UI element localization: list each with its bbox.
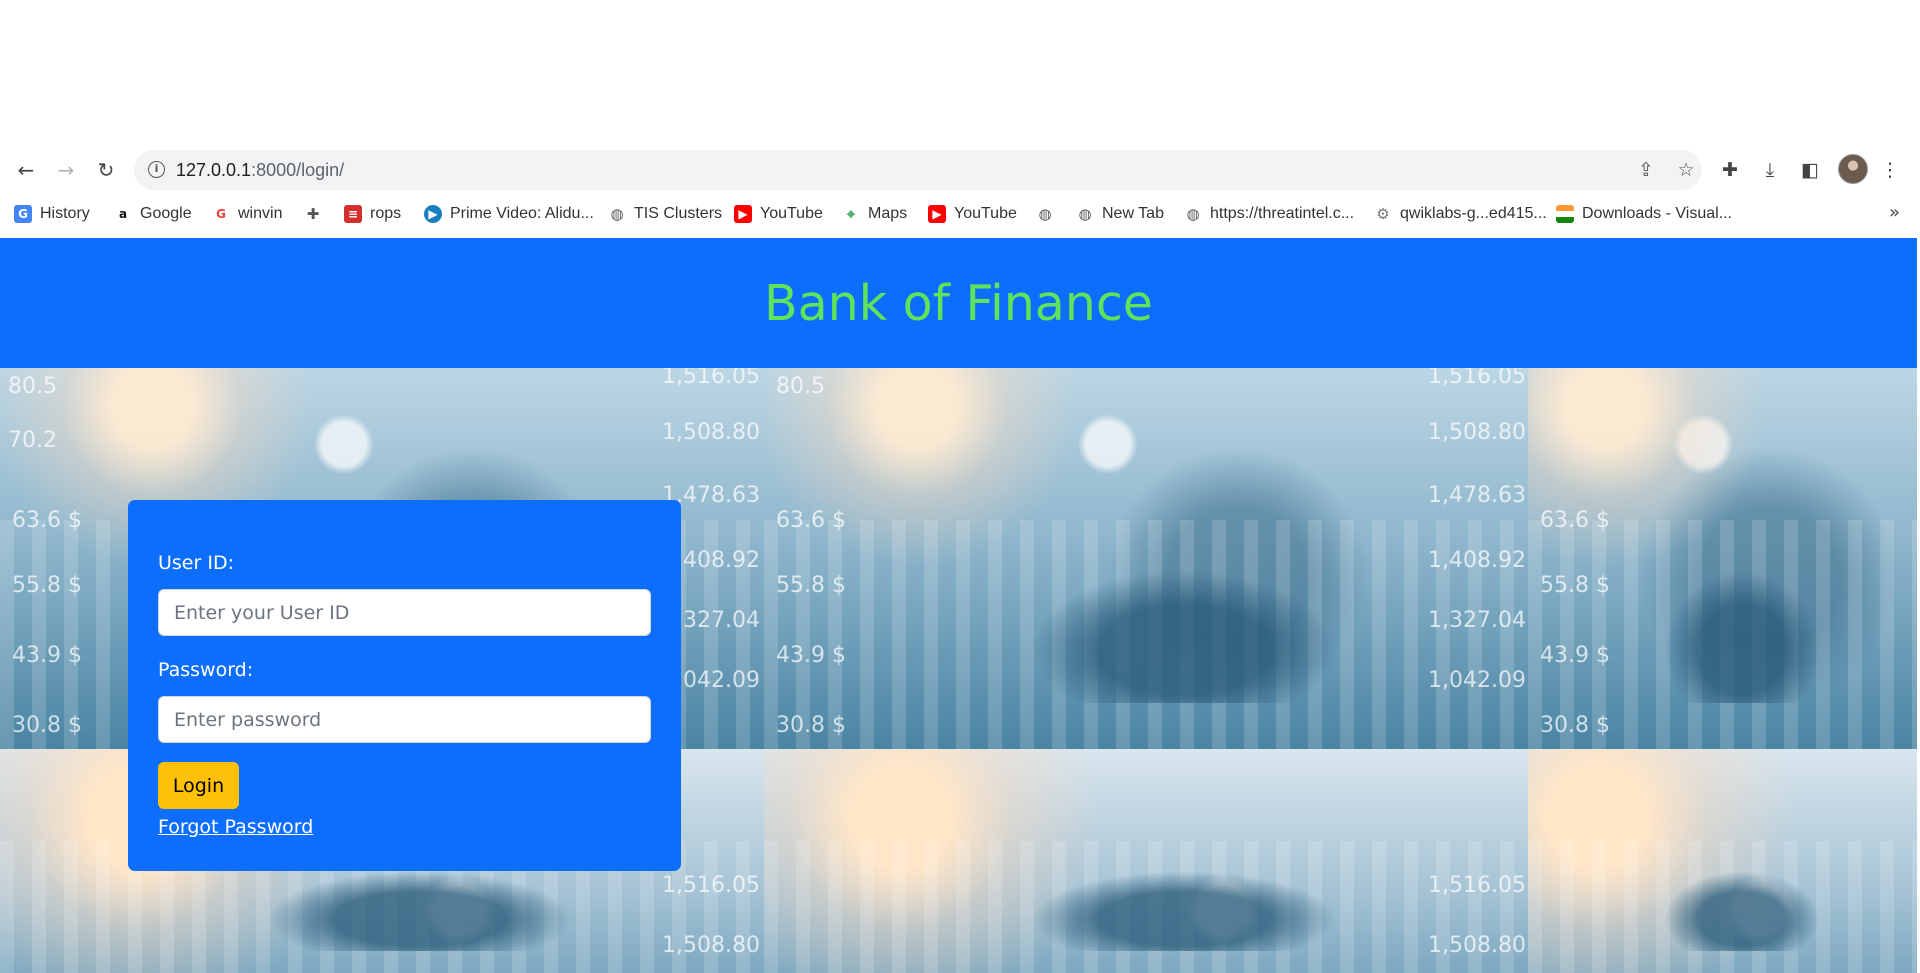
bookmarks-overflow-chevron-icon[interactable]: » bbox=[1889, 202, 1900, 223]
maps-icon: ⌖ bbox=[842, 205, 860, 223]
google-icon: G bbox=[212, 205, 230, 223]
userid-input[interactable] bbox=[158, 589, 651, 636]
globe-icon: ◍ bbox=[1184, 205, 1202, 223]
bookmark-youtube[interactable]: ▶ YouTube bbox=[734, 202, 823, 226]
bookmark-maps[interactable]: ⌖ Maps bbox=[842, 202, 907, 226]
bookmark-youtube-2[interactable]: ▶ YouTube bbox=[928, 202, 1017, 226]
bookmark-tis-clusters[interactable]: ◍ TIS Clusters bbox=[608, 202, 722, 226]
history-g-icon: G bbox=[14, 205, 32, 223]
rops-icon: ≡ bbox=[344, 205, 362, 223]
forgot-password-link[interactable]: Forgot Password bbox=[158, 816, 313, 838]
download-icon[interactable]: ⤓ bbox=[1756, 156, 1784, 184]
browser-toolbar: ← → ↻ i 127.0.0.1:8000/login/ ⇪ ☆ ✚ ⤓ ◧ … bbox=[0, 148, 1920, 192]
globe-icon: ◍ bbox=[1036, 205, 1054, 223]
bookmark-prime-video[interactable]: ▶ Prime Video: Alidu... bbox=[424, 202, 594, 226]
globe-icon: ◍ bbox=[608, 205, 626, 223]
background-tile: 63.6 $ 55.8 $ 43.9 $ 30.8 $ bbox=[1528, 368, 1917, 749]
password-input[interactable] bbox=[158, 696, 651, 743]
login-card: User ID: Password: Login Forgot Password bbox=[128, 500, 681, 871]
password-label: Password: bbox=[158, 659, 254, 681]
background-tile: 1,516.05 1,508.80 bbox=[764, 749, 1528, 973]
site-header: Bank of Finance bbox=[0, 238, 1917, 368]
window-top-area bbox=[0, 0, 1920, 148]
login-button[interactable]: Login bbox=[158, 762, 239, 809]
prime-video-icon: ▶ bbox=[424, 205, 442, 223]
menu-kebab-icon[interactable]: ⋮ bbox=[1876, 156, 1904, 184]
site-info-icon[interactable]: i bbox=[148, 161, 165, 178]
amazon-icon: a bbox=[114, 205, 132, 223]
address-url[interactable]: 127.0.0.1:8000/login/ bbox=[176, 160, 344, 181]
globe-icon: ◍ bbox=[1076, 205, 1094, 223]
extensions-puzzle-icon[interactable]: ✚ bbox=[1716, 156, 1744, 184]
india-flag-icon bbox=[1556, 205, 1574, 223]
profile-avatar[interactable] bbox=[1838, 154, 1868, 184]
background-tile: 80.5 63.6 $ 55.8 $ 43.9 $ 30.8 $ 1,516.0… bbox=[764, 368, 1528, 749]
bookmark-extension[interactable]: ✚ bbox=[304, 202, 322, 226]
youtube-icon: ▶ bbox=[928, 205, 946, 223]
background-tile bbox=[1528, 749, 1917, 973]
site-title: Bank of Finance bbox=[764, 274, 1153, 332]
address-bar[interactable]: i 127.0.0.1:8000/login/ ⇪ ☆ bbox=[134, 150, 1702, 190]
bookmark-winvin[interactable]: Gwinvin bbox=[212, 202, 282, 226]
bookmark-qwiklabs[interactable]: ⚙ qwiklabs-g...ed415... bbox=[1374, 202, 1547, 226]
bookmark-rops[interactable]: ≡ rops bbox=[344, 202, 401, 226]
extension-icon: ✚ bbox=[304, 205, 322, 223]
share-icon[interactable]: ⇪ bbox=[1634, 158, 1658, 182]
bookmarks-bar: G History a Google Gwinvin ✚ ≡ rops ▶ Prime … bbox=[0, 196, 1920, 232]
bookmark-new-tab[interactable]: ◍ New Tab bbox=[1076, 202, 1164, 226]
bookmark-google[interactable]: a Google bbox=[114, 202, 192, 226]
back-arrow-icon[interactable]: ← bbox=[12, 156, 40, 184]
bookmark-downloads[interactable]: Downloads - Visual... bbox=[1556, 202, 1732, 226]
bookmark-star-icon[interactable]: ☆ bbox=[1674, 158, 1698, 182]
bookmark-threatintel[interactable]: ◍ https://threatintel.c... bbox=[1184, 202, 1354, 226]
userid-label: User ID: bbox=[158, 552, 234, 574]
gear-icon: ⚙ bbox=[1374, 205, 1392, 223]
youtube-icon: ▶ bbox=[734, 205, 752, 223]
side-panel-icon[interactable]: ◧ bbox=[1796, 156, 1824, 184]
reload-icon[interactable]: ↻ bbox=[92, 156, 120, 184]
forward-arrow-icon[interactable]: → bbox=[52, 156, 80, 184]
bookmark-history[interactable]: G History bbox=[14, 202, 90, 226]
bookmark-globe[interactable]: ◍ bbox=[1036, 202, 1054, 226]
